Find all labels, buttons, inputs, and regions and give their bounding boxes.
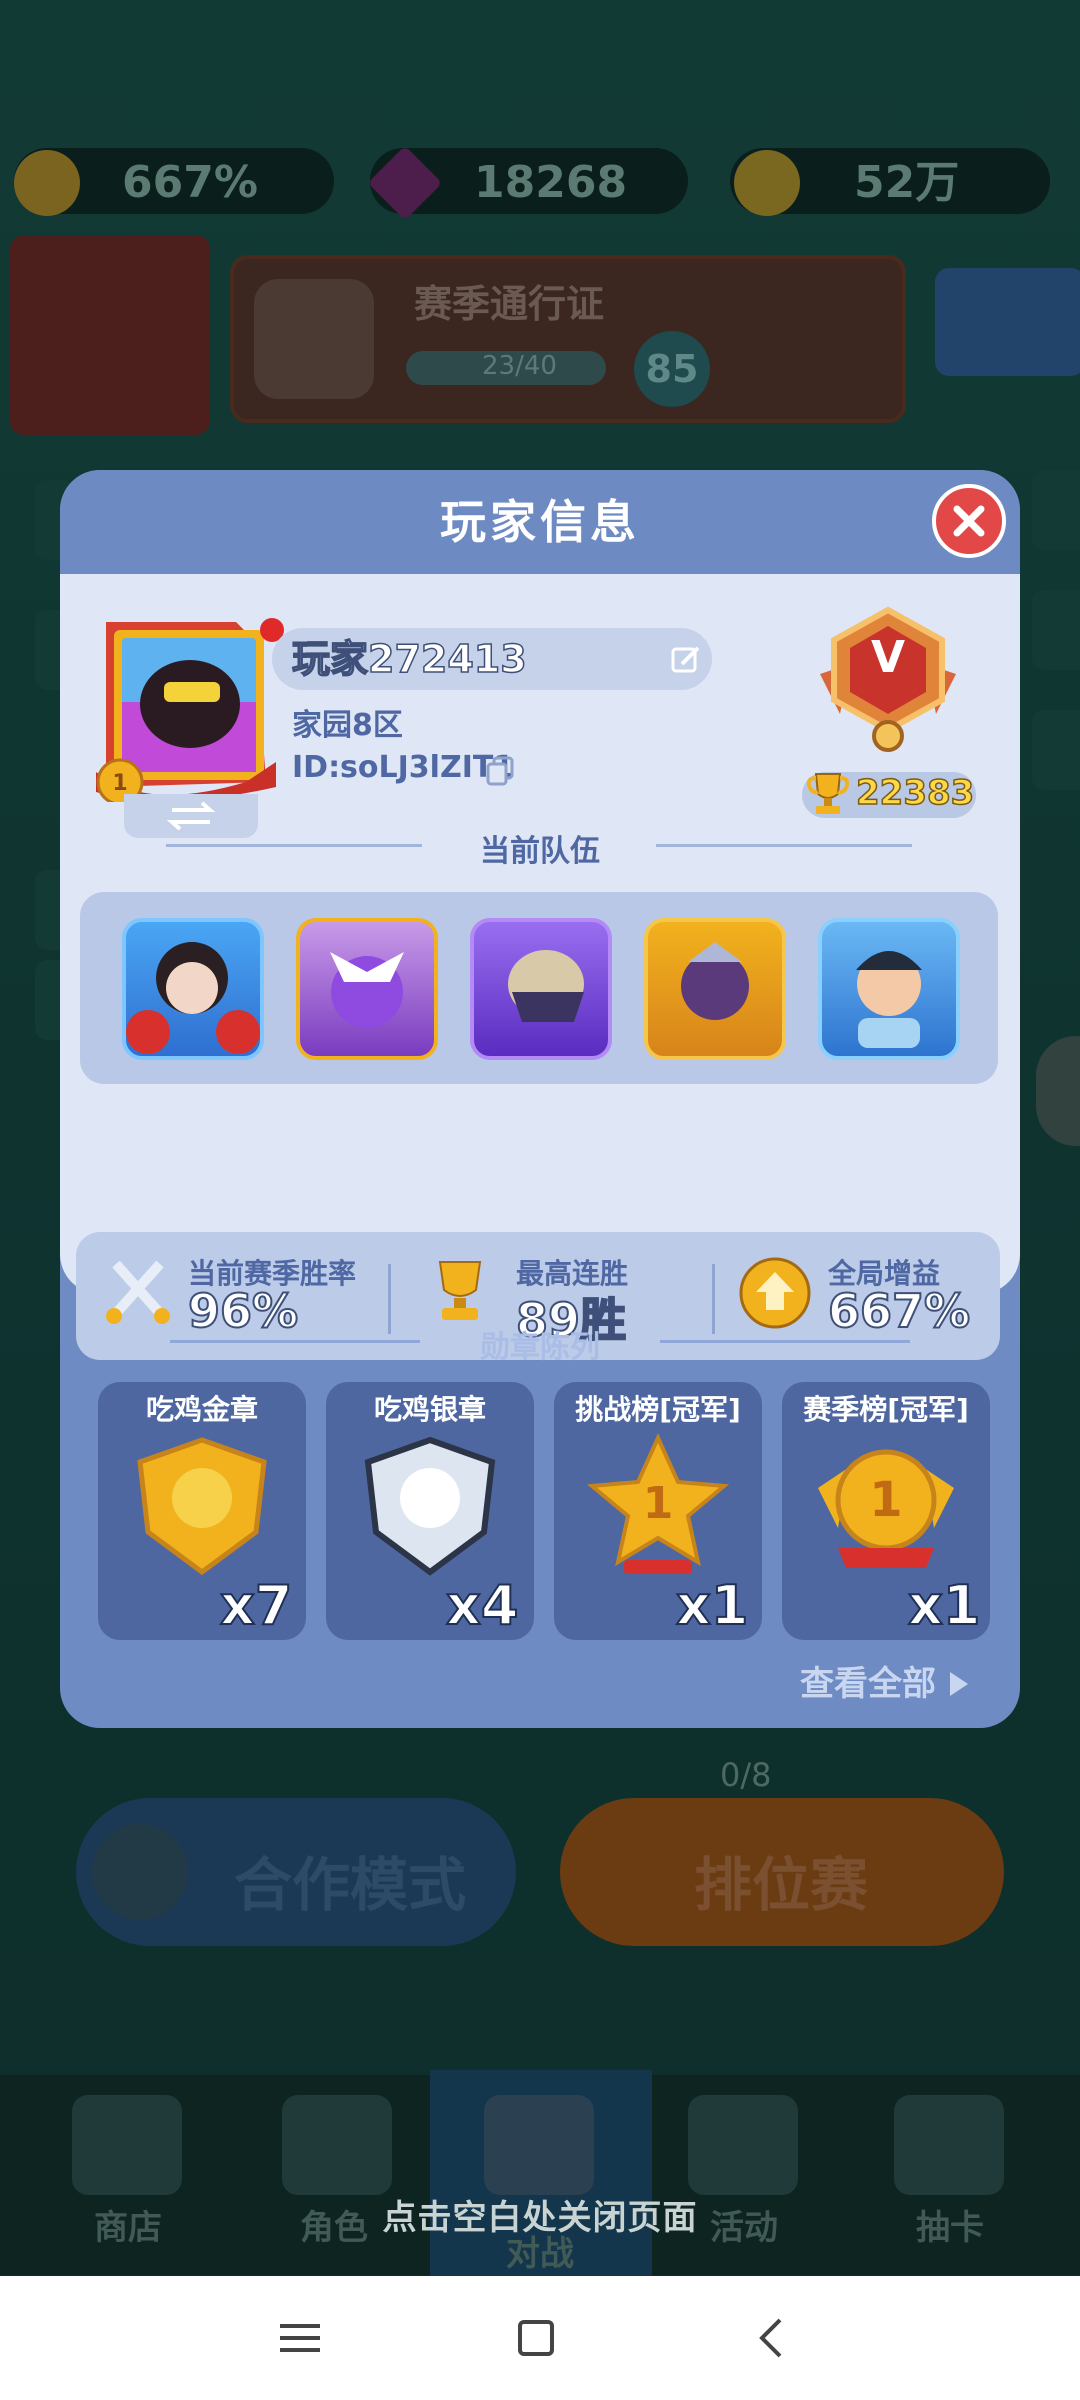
activity-icon <box>688 2095 798 2195</box>
side-button[interactable] <box>1032 470 1080 550</box>
medal-count: x1 <box>907 1573 981 1638</box>
season-emblem-icon <box>254 279 374 399</box>
up-arrow-icon <box>92 1824 188 1920</box>
side-button[interactable] <box>1032 710 1080 790</box>
side-button[interactable] <box>1032 590 1080 670</box>
hero-slot[interactable] <box>122 918 264 1060</box>
view-all-label: 查看全部 <box>800 1664 936 1704</box>
season-champion-medal-icon: 1 <box>818 1449 954 1568</box>
view-all-link[interactable]: 查看全部 <box>800 1656 970 1705</box>
player-info-modal: 玩家信息 1 玩家272413 家园8区 ID:soLJ3lZIT1 V 223… <box>60 470 1020 1728</box>
season-progress: 23/40 <box>482 351 557 381</box>
season-pass-title: 赛季通行证 <box>414 282 605 326</box>
back-icon[interactable] <box>740 2306 804 2370</box>
gacha-icon <box>894 2095 1004 2195</box>
character-icon <box>282 2095 392 2195</box>
medal-count: x4 <box>445 1573 519 1638</box>
boost-icon <box>14 150 80 216</box>
season-level: 85 <box>634 331 710 407</box>
trophy-cup-icon <box>438 1261 482 1320</box>
menu-button[interactable] <box>935 268 1080 376</box>
hero-girl-icon <box>126 942 260 1054</box>
medal-label: 吃鸡金章 <box>145 1393 258 1426</box>
battle-icon <box>484 2095 594 2195</box>
boost-value: 667% <box>122 157 258 208</box>
hero-elf-icon <box>681 942 749 1020</box>
hero-slot[interactable] <box>296 918 438 1060</box>
medal-label: 挑战榜[冠军] <box>575 1393 741 1426</box>
crossed-swords-icon <box>106 1260 170 1324</box>
gem-count: 18268 <box>474 157 628 208</box>
home-icon[interactable] <box>504 2306 568 2370</box>
svg-text:1: 1 <box>112 771 127 796</box>
bg-player-avatar[interactable] <box>10 235 210 435</box>
ranked-mode-label: 排位赛 <box>694 1851 869 1919</box>
coin-icon <box>734 150 800 216</box>
team-title: 当前队伍 <box>480 834 600 869</box>
close-button[interactable] <box>932 484 1006 558</box>
player-zone: 家园8区 <box>292 708 403 743</box>
trophy-icon <box>806 773 850 814</box>
medal-label: 赛季榜[冠军] <box>803 1393 969 1426</box>
hero-pilot-icon <box>856 951 922 1048</box>
player-avatar[interactable]: 1 <box>86 612 286 802</box>
rank-letter: V <box>870 632 906 683</box>
medal-label: 吃鸡银章 <box>373 1393 486 1426</box>
trophy-count: 22383 <box>855 772 975 814</box>
season-pass-banner[interactable]: 赛季通行证 23/40 85 <box>230 255 906 423</box>
edit-name-icon[interactable] <box>670 644 702 676</box>
queue-count: 0/8 <box>720 1756 772 1794</box>
medal-count: x7 <box>219 1573 293 1638</box>
silver-chicken-medal-icon <box>364 1436 496 1576</box>
triangle-right-icon <box>949 1672 968 1696</box>
close-icon <box>953 505 985 537</box>
recents-menu-icon[interactable] <box>268 2306 332 2370</box>
hero-slot[interactable] <box>470 918 612 1060</box>
hero-slot[interactable] <box>818 918 960 1060</box>
hero-dragon-icon <box>330 952 404 1028</box>
svg-text:1: 1 <box>643 1478 674 1529</box>
medals-title: 勋章陈列 <box>480 1330 600 1365</box>
hero-slot[interactable] <box>644 918 786 1060</box>
medal-count: x1 <box>675 1573 749 1638</box>
challenge-champion-medal-icon: 1 <box>586 1433 730 1574</box>
modal-title: 玩家信息 <box>440 495 640 549</box>
player-id: ID:soLJ3lZIT1 <box>292 750 515 785</box>
gold-chicken-medal-icon <box>137 1437 267 1576</box>
shop-icon <box>72 2095 182 2195</box>
coop-mode-label: 合作模式 <box>234 1851 467 1919</box>
close-hint[interactable]: 点击空白处关闭页面 <box>0 2190 1080 2239</box>
global-boost-icon <box>739 1257 811 1329</box>
player-panel: 1 玩家272413 家园8区 ID:soLJ3lZIT1 V 22383 当前… <box>60 574 1020 1360</box>
hero-knight-icon <box>508 950 584 1022</box>
svg-text:1: 1 <box>869 1472 902 1528</box>
copy-icon[interactable] <box>484 754 516 786</box>
player-name: 玩家272413 <box>291 636 527 682</box>
coin-count: 52万 <box>854 157 960 208</box>
